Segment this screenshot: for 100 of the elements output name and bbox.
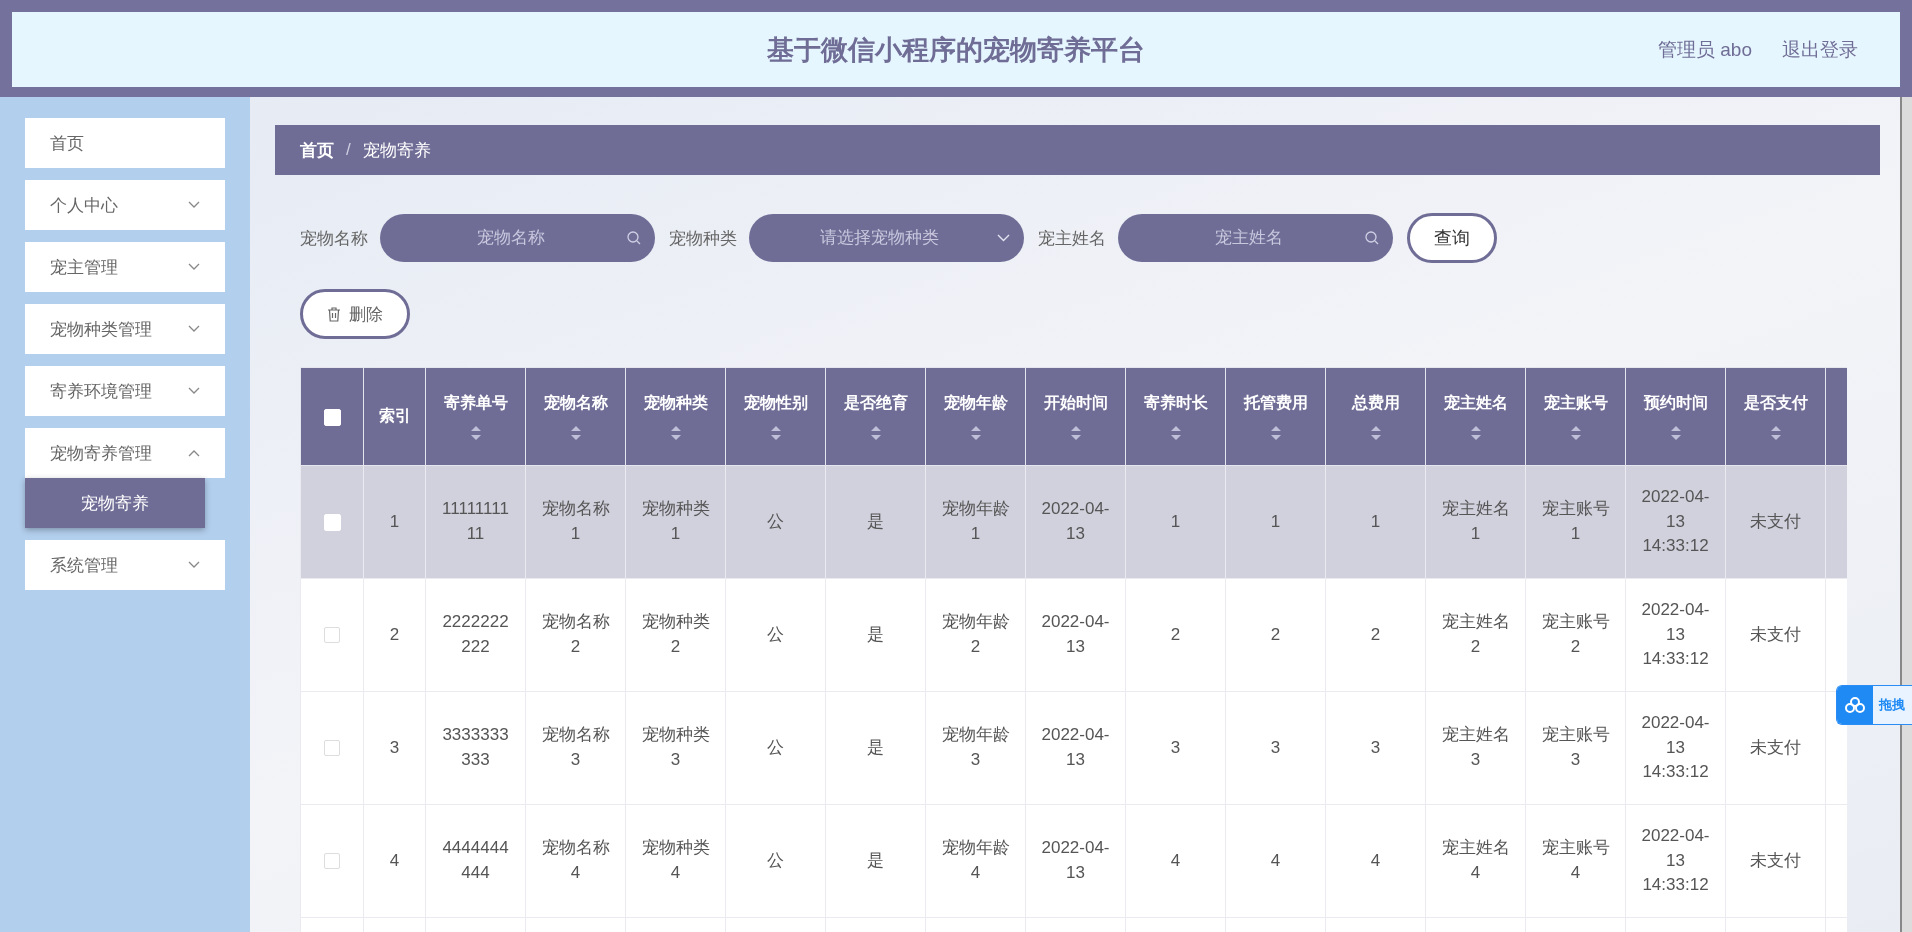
column-header[interactable]: 托管费用	[1225, 367, 1326, 466]
table-cell-text: 宠物种类3	[640, 724, 711, 771]
query-button[interactable]: 查询	[1407, 213, 1497, 263]
menu-item[interactable]: 宠物种类管理	[25, 304, 225, 354]
chevron-icon	[188, 263, 200, 271]
sort-icon	[570, 426, 581, 440]
table-cell-text: 宠物年龄3	[940, 724, 1011, 771]
column-header[interactable]: 寄养时长	[1125, 367, 1226, 466]
table-cell-text: 宠主姓名2	[1440, 611, 1511, 658]
sort-icon	[1670, 426, 1681, 440]
table-cell-text: 宠主姓名4	[1440, 837, 1511, 884]
table-row[interactable]: 4 4444444444 宠物名称4 宠物种类4 公 是 宠物年龄4 2022-04-13 4 4 4 宠主姓名4 宠主账号4 2022-04-13 14:33:12 未支付	[300, 804, 1847, 918]
table-cell-text: 是	[867, 510, 884, 533]
menu-item[interactable]: 宠物寄养管理	[25, 428, 225, 478]
table-cell-text: 2022-04-13	[1040, 498, 1111, 545]
table-cell-text: 宠物种类1	[640, 498, 711, 545]
drop-widget[interactable]: 拖拽	[1836, 685, 1912, 725]
chevron-icon	[188, 201, 200, 209]
table-cell-text: 2022-04-13 14:33:12	[1640, 599, 1711, 671]
sort-icon	[1470, 426, 1481, 440]
table-cell-text: 宠物种类2	[640, 611, 711, 658]
search-icon	[627, 231, 641, 245]
column-header[interactable]: 是否绝育	[825, 367, 926, 466]
table-cell-text: 4	[389, 849, 400, 872]
cloud-icon	[1837, 686, 1873, 724]
table-cell-text: 4	[1270, 849, 1281, 872]
table-cell-text: 1	[1170, 510, 1181, 533]
table-cell-text: 2022-04-13 14:33:12	[1640, 825, 1711, 897]
table-cell-text: 2222222222	[441, 611, 510, 658]
table-row[interactable]: 3 3333333333 宠物名称3 宠物种类3 公 是 宠物年龄3 2022-04-13 3 3 3 宠主姓名3 宠主账号3 2022-04-13 14:33:12 未支付	[300, 691, 1847, 805]
breadcrumb-separator: /	[346, 140, 351, 160]
table-cell-text: 宠物种类4	[640, 837, 711, 884]
column-header[interactable]: 开始时间	[1025, 367, 1126, 466]
table-cell-text: 3	[1170, 736, 1181, 759]
menu-item[interactable]: 首页	[25, 118, 225, 168]
table-cell-text: 公	[767, 623, 784, 646]
sort-icon	[1570, 426, 1581, 440]
sort-icon	[770, 426, 781, 440]
sort-icon	[970, 426, 981, 440]
column-header[interactable]: 宠主姓名	[1425, 367, 1526, 466]
column-header[interactable]: 预约时间	[1625, 367, 1726, 466]
menu-item[interactable]: 个人中心	[25, 180, 225, 230]
breadcrumb-item: 宠物寄养	[362, 139, 431, 162]
sort-icon	[870, 426, 881, 440]
column-header[interactable]: 宠主账号	[1525, 367, 1626, 466]
table-cell-text: 2	[389, 623, 400, 646]
menu-item[interactable]: 寄养环境管理	[25, 366, 225, 416]
filter-label: 宠物种类	[669, 227, 737, 250]
column-header[interactable]: 总费用	[1325, 367, 1426, 466]
table-cell-text: 4	[1370, 849, 1381, 872]
search-field[interactable]: 宠物名称	[380, 214, 655, 262]
table-cell-text: 4444444444	[441, 837, 510, 884]
sort-icon	[670, 426, 681, 440]
search-icon	[1365, 231, 1379, 245]
table-cell-text: 宠主账号1	[1540, 498, 1611, 545]
table-cell-text: 宠主账号4	[1540, 837, 1611, 884]
table-cell-text: 3333333333	[441, 724, 510, 771]
row-checkbox[interactable]	[324, 627, 340, 644]
column-header[interactable]: 宠物年龄	[925, 367, 1026, 466]
table-cell-text: 宠物年龄4	[940, 837, 1011, 884]
table-row[interactable]: 1 1111111111 宠物名称1 宠物种类1 公 是 宠物年龄1 2022-04-13 1 1 1 宠主姓名1 宠主账号1 2022-04-13 14:33:12 未支付	[300, 465, 1847, 579]
column-header: 索引	[363, 367, 426, 466]
table-cell-text: 宠物名称4	[540, 837, 611, 884]
row-checkbox[interactable]	[324, 740, 340, 757]
column-header[interactable]: 寄养单号	[425, 367, 526, 466]
table-cell-text: 宠物名称1	[540, 498, 611, 545]
chevron-icon	[188, 561, 200, 569]
sort-icon	[1170, 426, 1181, 440]
menu-item[interactable]: 宠主管理	[25, 242, 225, 292]
column-header[interactable]: 宠物性别	[725, 367, 826, 466]
column-header[interactable]: 宠物种类	[625, 367, 726, 466]
sort-icon	[1070, 426, 1081, 440]
select-all-checkbox[interactable]	[323, 408, 341, 426]
search-field[interactable]: 宠主姓名	[1118, 214, 1393, 262]
table-row[interactable]: 2 2222222222 宠物名称2 宠物种类2 公 是 宠物年龄2 2022-04-13 2 2 2 宠主姓名2 宠主账号2 2022-04-13 14:33:12 未支付	[300, 578, 1847, 692]
table-cell-text: 宠主姓名1	[1440, 498, 1511, 545]
filter-label: 宠物名称	[300, 227, 368, 250]
row-checkbox[interactable]	[324, 853, 340, 870]
table-cell-text: 宠物名称3	[540, 724, 611, 771]
table-cell-text: 4	[1170, 849, 1181, 872]
menu-item[interactable]: 系统管理	[25, 540, 225, 590]
chevron-icon	[188, 449, 200, 457]
sort-icon	[470, 426, 481, 440]
sort-icon	[1270, 426, 1281, 440]
logout-link[interactable]: 退出登录	[1782, 36, 1858, 63]
app-title: 基于微信小程序的宠物寄养平台	[767, 33, 1145, 67]
table-cell-text: 未支付	[1750, 849, 1801, 872]
filter-label: 宠主姓名	[1038, 227, 1106, 250]
breadcrumb-item[interactable]: 首页	[300, 138, 334, 162]
delete-button[interactable]: 删除	[300, 289, 410, 339]
table-cell-text: 3	[389, 736, 400, 759]
table-cell-text: 宠物年龄1	[940, 498, 1011, 545]
table-cell-text: 2	[1270, 623, 1281, 646]
column-header[interactable]: 是否支付	[1725, 367, 1826, 466]
submenu-item[interactable]: 宠物寄养	[25, 478, 205, 528]
table-cell-text: 2	[1370, 623, 1381, 646]
chevron-icon	[188, 325, 200, 333]
select-field[interactable]: 请选择宠物种类	[749, 214, 1024, 262]
table-cell-text: 2022-04-13	[1040, 724, 1111, 771]
column-header[interactable]: 宠物名称	[525, 367, 626, 466]
